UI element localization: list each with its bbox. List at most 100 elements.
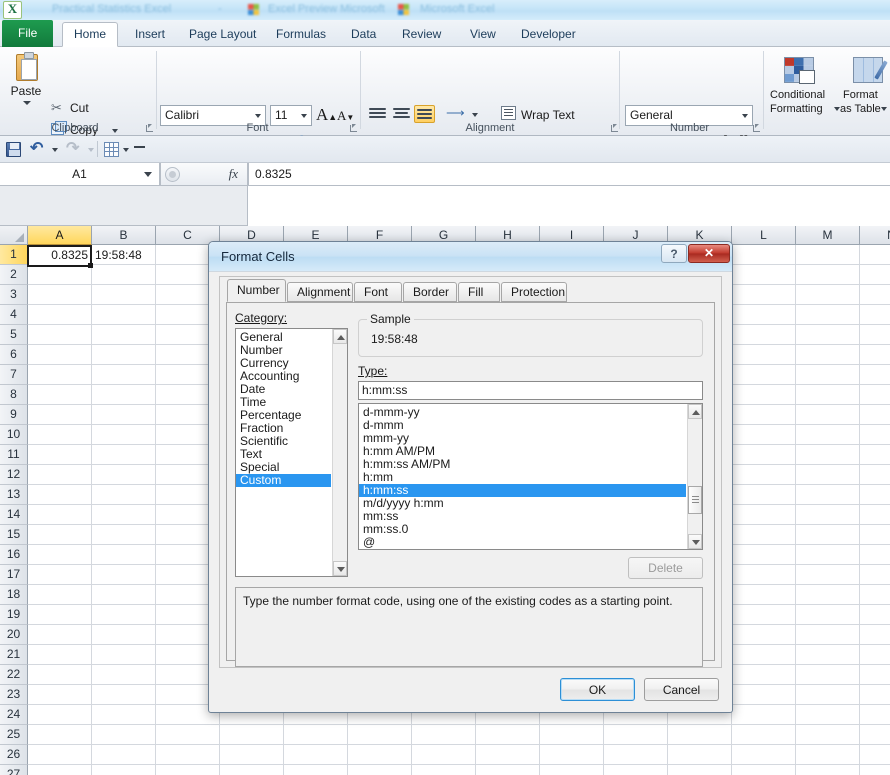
cell-m23[interactable]: [796, 685, 860, 705]
cell-a8[interactable]: [28, 385, 92, 405]
cell-a23[interactable]: [28, 685, 92, 705]
cell-b26[interactable]: [92, 745, 156, 765]
type-scrollbar[interactable]: [687, 404, 702, 549]
cell-g26[interactable]: [412, 745, 476, 765]
cell-l25[interactable]: [732, 725, 796, 745]
cell-l26[interactable]: [732, 745, 796, 765]
cell-e27[interactable]: [284, 765, 348, 775]
cancel-enter-icon[interactable]: [165, 167, 180, 182]
cell-h26[interactable]: [476, 745, 540, 765]
tab-developer[interactable]: Developer: [510, 22, 587, 47]
cell-a6[interactable]: [28, 345, 92, 365]
cell-m7[interactable]: [796, 365, 860, 385]
cell-b5[interactable]: [92, 325, 156, 345]
type-item[interactable]: h:mm: [359, 471, 686, 484]
cell-m15[interactable]: [796, 525, 860, 545]
row-header-16[interactable]: 16: [0, 545, 28, 565]
cell-h27[interactable]: [476, 765, 540, 775]
cell-l10[interactable]: [732, 425, 796, 445]
cell-n7[interactable]: [860, 365, 890, 385]
cell-l8[interactable]: [732, 385, 796, 405]
insert-function-icon[interactable]: fx: [229, 166, 238, 182]
cell-l18[interactable]: [732, 585, 796, 605]
row-header-13[interactable]: 13: [0, 485, 28, 505]
cell-m12[interactable]: [796, 465, 860, 485]
cell-i27[interactable]: [540, 765, 604, 775]
cell-l5[interactable]: [732, 325, 796, 345]
align-top-icon[interactable]: [369, 107, 386, 121]
cell-b2[interactable]: [92, 265, 156, 285]
cell-b20[interactable]: [92, 625, 156, 645]
ok-button[interactable]: OK: [560, 678, 635, 701]
row-header-12[interactable]: 12: [0, 465, 28, 485]
cell-b14[interactable]: [92, 505, 156, 525]
format-as-table-label-2[interactable]: as Table: [840, 103, 881, 115]
row-header-3[interactable]: 3: [0, 285, 28, 305]
cell-n1[interactable]: [860, 245, 890, 265]
cell-n25[interactable]: [860, 725, 890, 745]
save-icon[interactable]: [6, 142, 21, 157]
cell-n24[interactable]: [860, 705, 890, 725]
cell-a16[interactable]: [28, 545, 92, 565]
row-header-7[interactable]: 7: [0, 365, 28, 385]
cell-n14[interactable]: [860, 505, 890, 525]
help-button[interactable]: ?: [661, 244, 687, 263]
type-scroll-thumb[interactable]: [688, 486, 702, 514]
type-item[interactable]: mm:ss: [359, 510, 686, 523]
cell-i25[interactable]: [540, 725, 604, 745]
cell-a18[interactable]: [28, 585, 92, 605]
cell-l14[interactable]: [732, 505, 796, 525]
orientation-icon[interactable]: ⟶: [446, 105, 465, 121]
row-header-22[interactable]: 22: [0, 665, 28, 685]
cell-a26[interactable]: [28, 745, 92, 765]
row-header-18[interactable]: 18: [0, 585, 28, 605]
cell-m1[interactable]: [796, 245, 860, 265]
cell-g27[interactable]: [412, 765, 476, 775]
clipboard-dialog-launcher[interactable]: [143, 122, 154, 133]
row-header-21[interactable]: 21: [0, 645, 28, 665]
row-header-10[interactable]: 10: [0, 425, 28, 445]
cell-b9[interactable]: [92, 405, 156, 425]
cell-f27[interactable]: [348, 765, 412, 775]
orientation-chevron-down-icon[interactable]: [472, 113, 478, 117]
cell-l22[interactable]: [732, 665, 796, 685]
cell-m10[interactable]: [796, 425, 860, 445]
cell-h25[interactable]: [476, 725, 540, 745]
cell-b27[interactable]: [92, 765, 156, 775]
cell-j26[interactable]: [604, 745, 668, 765]
tab-file[interactable]: File: [2, 20, 54, 47]
cell-a14[interactable]: [28, 505, 92, 525]
name-box[interactable]: A1: [0, 163, 160, 186]
undo-icon[interactable]: ↶: [30, 138, 43, 158]
cell-l20[interactable]: [732, 625, 796, 645]
cell-m6[interactable]: [796, 345, 860, 365]
scroll-down-button[interactable]: [333, 561, 347, 576]
cell-d26[interactable]: [220, 745, 284, 765]
cell-l9[interactable]: [732, 405, 796, 425]
cell-l21[interactable]: [732, 645, 796, 665]
cell-m2[interactable]: [796, 265, 860, 285]
cell-b24[interactable]: [92, 705, 156, 725]
cell-m17[interactable]: [796, 565, 860, 585]
cell-l2[interactable]: [732, 265, 796, 285]
category-item[interactable]: Custom: [236, 474, 331, 487]
row-header-8[interactable]: 8: [0, 385, 28, 405]
cell-n17[interactable]: [860, 565, 890, 585]
cell-m18[interactable]: [796, 585, 860, 605]
cell-j27[interactable]: [604, 765, 668, 775]
cell-b15[interactable]: [92, 525, 156, 545]
cell-e25[interactable]: [284, 725, 348, 745]
quick-table-chevron-down-icon[interactable]: [123, 148, 129, 152]
chevron-down-icon[interactable]: [23, 101, 31, 105]
type-item[interactable]: m/d/yyyy h:mm: [359, 497, 686, 510]
type-input[interactable]: h:mm:ss: [358, 381, 703, 400]
quick-table-icon[interactable]: [104, 142, 119, 157]
number-dialog-launcher[interactable]: [750, 122, 761, 133]
cell-m3[interactable]: [796, 285, 860, 305]
cell-l13[interactable]: [732, 485, 796, 505]
conditional-formatting-icon[interactable]: [784, 57, 815, 84]
paste-button[interactable]: Paste: [6, 51, 46, 127]
cell-m13[interactable]: [796, 485, 860, 505]
cell-l24[interactable]: [732, 705, 796, 725]
cell-n27[interactable]: [860, 765, 890, 775]
